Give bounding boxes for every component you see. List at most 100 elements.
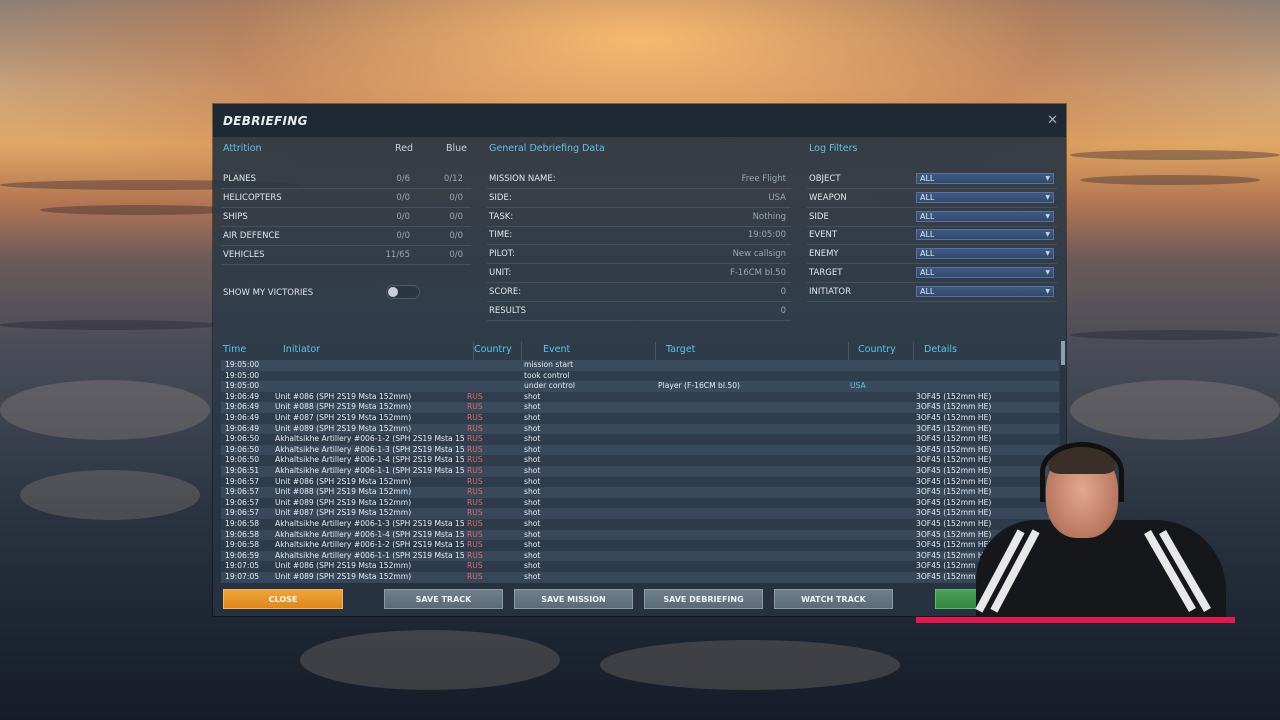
log-cell-country: RUS [467,529,483,539]
log-cell-event: shot [524,508,541,518]
log-row[interactable]: 19:06:50 Akhaltsikhe Artillery #006-1-2 (… [221,434,1059,445]
col-target-country[interactable]: Country [858,344,896,355]
log-cell-time: 19:05:00 [225,360,260,369]
close-icon[interactable]: ✕ [1047,113,1058,128]
log-row[interactable]: 19:05:00 mission start [221,360,1059,371]
log-row[interactable]: 19:05:00 under control Player (F-16CM bl.5… [221,381,1059,392]
log-row[interactable]: 19:06:49 Unit #086 (SPH 2S19 Msta 152mm) R… [221,391,1059,403]
log-row[interactable]: 19:06:57 Unit #088 (SPH 2S19 Msta 152mm) R… [221,487,1059,498]
log-cell-time: 19:06:49 [225,391,260,401]
log-row[interactable]: 19:07:05 Unit #086 (SPH 2S19 Msta 152mm) R… [221,561,1059,572]
log-cell-time: 19:06:50 [225,434,260,444]
filter-select-value: ALL [920,230,935,240]
log-cell-event: mission start [524,360,574,369]
filter-label: WEAPON [809,192,847,203]
log-row[interactable]: 19:06:58 Akhaltsikhe Artillery #006-1-4 (… [221,529,1059,541]
filter-label: INITIATOR [809,286,852,297]
attrition-red: 0/6 [396,174,410,184]
log-cell-initiator: Akhaltsikhe Artillery #006-1-2 (SPH 2S19… [275,434,465,444]
log-cell-initiator: Unit #086 (SPH 2S19 Msta 152mm) [275,476,412,486]
general-value: New callsign [732,249,786,260]
save-track-button[interactable]: SAVE TRACK [384,589,503,609]
log-row[interactable]: 19:06:58 Akhaltsikhe Artillery #006-1-3 (… [221,519,1059,530]
log-cell-event: shot [524,391,541,401]
row-divider [807,225,1057,227]
log-row[interactable]: 19:06:49 Unit #087 (SPH 2S19 Msta 152mm) R… [221,413,1059,424]
log-cell-initiator: Unit #089 (SPH 2S19 Msta 152mm) [275,497,412,507]
jacket-stripe [1144,530,1196,612]
log-row[interactable]: 19:07:05 Unit #089 (SPH 2S19 Msta 152mm) R… [221,572,1059,583]
general-value: USA [768,192,786,203]
filter-select-object[interactable]: ALL ▼ [916,173,1054,184]
log-row[interactable]: 19:06:58 Akhaltsikhe Artillery #006-1-2 (… [221,540,1059,551]
log-row[interactable]: 19:06:57 Unit #087 (SPH 2S19 Msta 152mm) R… [221,508,1059,519]
partially-hidden-button[interactable]: AG [935,589,1015,609]
scrollbar-thumb[interactable] [1061,341,1065,365]
log-cell-details: 3OF45 (152mm HE) [916,550,992,560]
filter-select-event[interactable]: ALL ▼ [916,229,1054,241]
log-cell-time: 19:06:57 [225,487,260,497]
log-cell-time: 19:05:00 [225,381,260,391]
col-target[interactable]: Target [666,344,695,355]
log-cell-details: 3OF45 (152mm HE) [916,466,992,475]
general-value: F-16CM bl.50 [729,268,786,278]
row-divider [221,207,471,208]
log-cell-event: shot [524,476,541,486]
col-country[interactable]: Country [474,344,512,355]
log-cell-time: 19:05:00 [225,370,260,380]
log-cell-time: 19:06:58 [225,519,260,528]
log-cell-event: shot [524,423,541,433]
col-time[interactable]: Time [223,344,246,355]
log-row[interactable]: 19:06:50 Akhaltsikhe Artillery #006-1-3 (… [221,444,1059,456]
watch-track-button[interactable]: WATCH TRACK [774,589,893,609]
log-row[interactable]: 19:05:00 took control [221,370,1059,382]
log-scrollbar[interactable] [1061,341,1065,584]
chevron-down-icon: ▼ [1045,212,1050,220]
col-event[interactable]: Event [543,344,570,355]
general-label: PILOT: [489,249,515,260]
log-cell-details: 3OF45 (152mm HE) [916,519,992,528]
log-row[interactable]: 19:06:51 Akhaltsikhe Artillery #006-1-1 (… [221,466,1059,477]
filter-select-weapon[interactable]: ALL ▼ [916,191,1054,203]
row-divider [487,188,791,189]
attrition-heading: Attrition [223,143,262,154]
log-cell-details: 3OF45 (152mm HE) [916,413,992,422]
log-row[interactable]: 19:06:49 Unit #089 (SPH 2S19 Msta 152mm) R… [221,423,1059,435]
attrition-red: 0/0 [396,231,410,241]
filter-select-side[interactable]: ALL ▼ [916,210,1054,222]
log-cell-details: 3OF45 (152mm HE) [916,487,992,497]
filter-select-target[interactable]: ALL ▼ [916,267,1054,278]
log-cell-event: shot [524,402,541,412]
filter-select-enemy[interactable]: ALL ▼ [916,248,1054,260]
log-row[interactable]: 19:06:59 Akhaltsikhe Artillery #006-1-1 (… [221,550,1059,562]
log-cell-country: RUS [467,434,483,444]
filter-select-value: ALL [920,211,935,221]
attrition-blue: 0/0 [449,250,463,260]
close-button[interactable]: CLOSE [223,589,343,609]
general-label: MISSION NAME: [489,174,556,184]
filter-select-initiator[interactable]: ALL ▼ [916,285,1054,297]
filter-label: ENEMY [809,249,839,260]
general-value: 0 [780,286,786,297]
save-debriefing-button[interactable]: SAVE DEBRIEFING [644,589,763,609]
filter-select-value: ALL [920,268,935,277]
log-row[interactable]: 19:06:57 Unit #089 (SPH 2S19 Msta 152mm) R… [221,497,1059,509]
general-value: 0 [780,305,786,316]
attrition-red: 0/0 [396,193,410,203]
log-row[interactable]: 19:06:57 Unit #086 (SPH 2S19 Msta 152mm) R… [221,476,1059,488]
save-mission-button[interactable]: SAVE MISSION [514,589,633,609]
attrition-col-blue: Blue [446,143,468,154]
log-cell-country: RUS [467,402,483,412]
chevron-down-icon: ▼ [1045,231,1050,239]
chevron-down-icon: ▼ [1045,175,1050,182]
show-victories-toggle[interactable] [386,285,420,299]
general-heading: General Debriefing Data [489,143,605,154]
col-initiator[interactable]: Initiator [283,344,320,355]
log-cell-country: RUS [467,572,483,581]
log-row[interactable]: 19:06:49 Unit #088 (SPH 2S19 Msta 152mm) R… [221,402,1059,413]
log-row[interactable]: 19:06:50 Akhaltsikhe Artillery #006-1-4 (… [221,455,1059,466]
col-details[interactable]: Details [924,344,957,355]
attrition-label: SHIPS [223,212,248,222]
log-cell-initiator: Akhaltsikhe Artillery #006-1-4 (SPH 2S19… [275,529,465,539]
row-divider [487,282,791,283]
